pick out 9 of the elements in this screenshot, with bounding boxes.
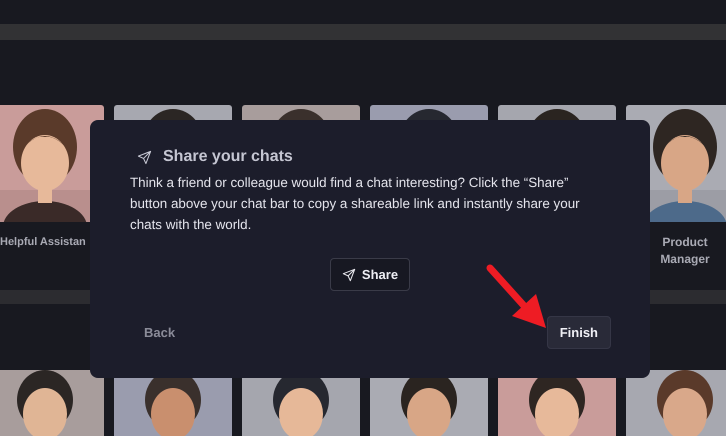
share-button[interactable]: Share	[330, 258, 410, 291]
send-icon	[342, 268, 356, 282]
back-button[interactable]: Back	[142, 319, 178, 346]
card-label: Product Manager	[659, 234, 711, 268]
finish-button[interactable]: Finish	[546, 316, 611, 349]
dialog-text: Think a friend or colleague would find a chat interesting? Click the “Share” button above your chat bar to copy a shareable link and instantly share your chats with the world.	[130, 174, 581, 234]
dialog-title: Share your chats	[163, 148, 293, 166]
card-label: Helpful Assistan	[0, 235, 86, 250]
send-icon	[137, 150, 152, 164]
